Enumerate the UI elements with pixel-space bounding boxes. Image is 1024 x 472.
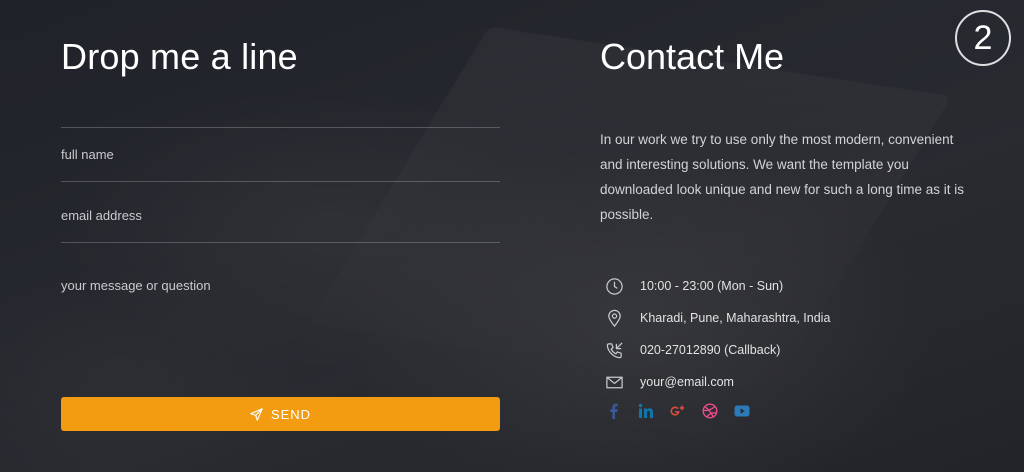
contact-section: Drop me a line full name email address y… (0, 0, 1024, 472)
dribbble-link[interactable] (702, 401, 734, 421)
form-title: Drop me a line (61, 36, 298, 77)
clock-icon (604, 276, 624, 296)
phone-callback-icon (604, 340, 624, 360)
send-label: SEND (270, 406, 312, 422)
step-number-badge: 2 (955, 10, 1011, 66)
email-row: your@email.com (604, 366, 964, 398)
youtube-link[interactable] (734, 401, 766, 421)
send-button[interactable]: SEND (61, 397, 500, 431)
send-icon (250, 407, 263, 421)
address-text: Kharadi, Pune, Maharashtra, India (640, 311, 831, 325)
dribbble-icon (702, 403, 718, 419)
full-name-placeholder: full name (61, 147, 114, 162)
google-plus-icon (670, 405, 685, 416)
social-links (606, 401, 766, 421)
hours-text: 10:00 - 23:00 (Mon - Sun) (640, 279, 784, 293)
phone-row: 020-27012890 (Callback) (604, 334, 964, 366)
facebook-link[interactable] (606, 401, 638, 421)
phone-text: 020-27012890 (Callback) (640, 343, 781, 357)
linkedin-icon (638, 403, 653, 418)
email-text[interactable]: your@email.com (640, 375, 734, 389)
youtube-icon (734, 405, 750, 417)
linkedin-link[interactable] (638, 401, 670, 421)
hours-row: 10:00 - 23:00 (Mon - Sun) (604, 270, 964, 302)
message-placeholder: your message or question (61, 278, 211, 293)
email-field[interactable]: email address (61, 181, 500, 242)
contact-info-list: 10:00 - 23:00 (Mon - Sun) Kharadi, Pune,… (604, 270, 964, 398)
message-field[interactable]: your message or question (61, 242, 500, 393)
email-placeholder: email address (61, 208, 142, 223)
google-plus-link[interactable] (670, 401, 702, 421)
facebook-icon (610, 403, 618, 419)
full-name-field[interactable]: full name (61, 127, 500, 181)
envelope-icon (604, 372, 624, 392)
map-pin-icon (604, 308, 624, 328)
address-row: Kharadi, Pune, Maharashtra, India (604, 302, 964, 334)
contact-intro: In our work we try to use only the most … (600, 132, 964, 222)
contact-title: Contact Me (600, 36, 785, 77)
